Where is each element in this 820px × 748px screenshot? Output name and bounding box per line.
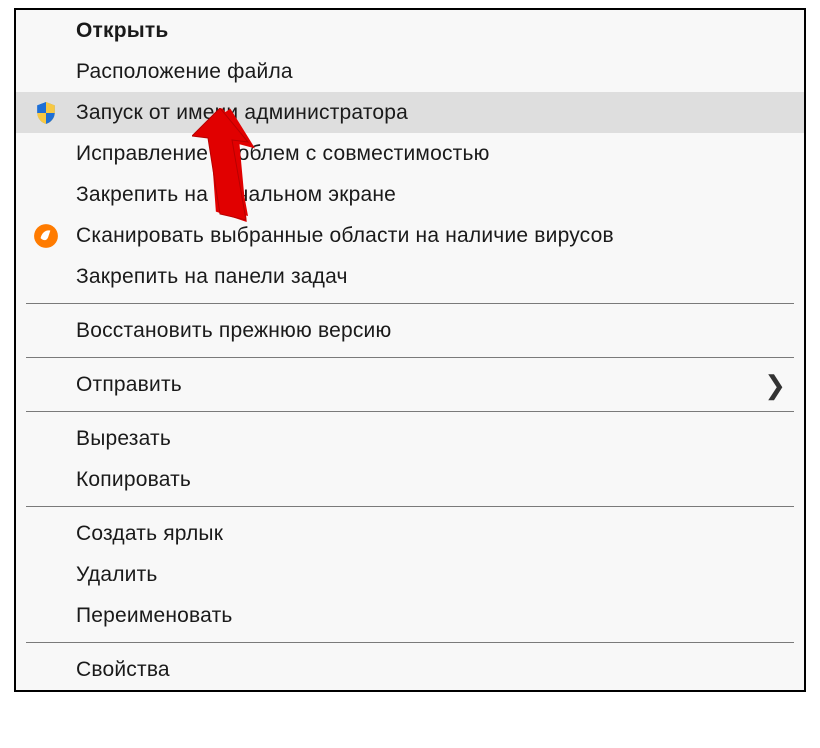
menu-item-pin-taskbar[interactable]: Закрепить на панели задач (16, 256, 804, 297)
menu-item-label: Расположение файла (76, 60, 293, 84)
context-menu: Открыть Расположение файла Запуск от име… (14, 8, 806, 692)
menu-item-label: Вырезать (76, 427, 171, 451)
menu-item-label: Закрепить на панели задач (76, 265, 348, 289)
menu-item-label: Запуск от имени администратора (76, 101, 408, 125)
menu-separator (26, 411, 794, 412)
menu-item-compat-troubleshoot[interactable]: Исправление проблем с совместимостью (16, 133, 804, 174)
menu-item-send-to[interactable]: Отправить ❯ (16, 364, 804, 405)
menu-item-file-location[interactable]: Расположение файла (16, 51, 804, 92)
menu-separator (26, 357, 794, 358)
menu-item-label: Исправление проблем с совместимостью (76, 142, 490, 166)
menu-separator (26, 506, 794, 507)
menu-item-label: Копировать (76, 468, 191, 492)
menu-item-cut[interactable]: Вырезать (16, 418, 804, 459)
menu-item-label: Закрепить на начальном экране (76, 183, 396, 207)
chevron-right-icon: ❯ (764, 372, 786, 398)
menu-item-label: Удалить (76, 563, 158, 587)
menu-item-label: Сканировать выбранные области на наличие… (76, 224, 614, 248)
menu-item-label: Отправить (76, 373, 182, 397)
menu-item-label: Восстановить прежнюю версию (76, 319, 391, 343)
menu-item-restore-previous[interactable]: Восстановить прежнюю версию (16, 310, 804, 351)
menu-item-label: Свойства (76, 658, 170, 682)
menu-item-pin-start[interactable]: Закрепить на начальном экране (16, 174, 804, 215)
menu-item-scan-virus[interactable]: Сканировать выбранные области на наличие… (16, 215, 804, 256)
menu-item-create-shortcut[interactable]: Создать ярлык (16, 513, 804, 554)
menu-item-delete[interactable]: Удалить (16, 554, 804, 595)
menu-item-label: Создать ярлык (76, 522, 223, 546)
menu-item-run-as-admin[interactable]: Запуск от имени администратора (16, 92, 804, 133)
menu-item-properties[interactable]: Свойства (16, 649, 804, 690)
menu-separator (26, 642, 794, 643)
menu-item-rename[interactable]: Переименовать (16, 595, 804, 636)
menu-separator (26, 303, 794, 304)
shield-icon (30, 97, 62, 129)
menu-item-label: Переименовать (76, 604, 233, 628)
menu-item-copy[interactable]: Копировать (16, 459, 804, 500)
menu-item-open[interactable]: Открыть (16, 10, 804, 51)
avast-icon (30, 220, 62, 252)
menu-item-label: Открыть (76, 19, 169, 43)
